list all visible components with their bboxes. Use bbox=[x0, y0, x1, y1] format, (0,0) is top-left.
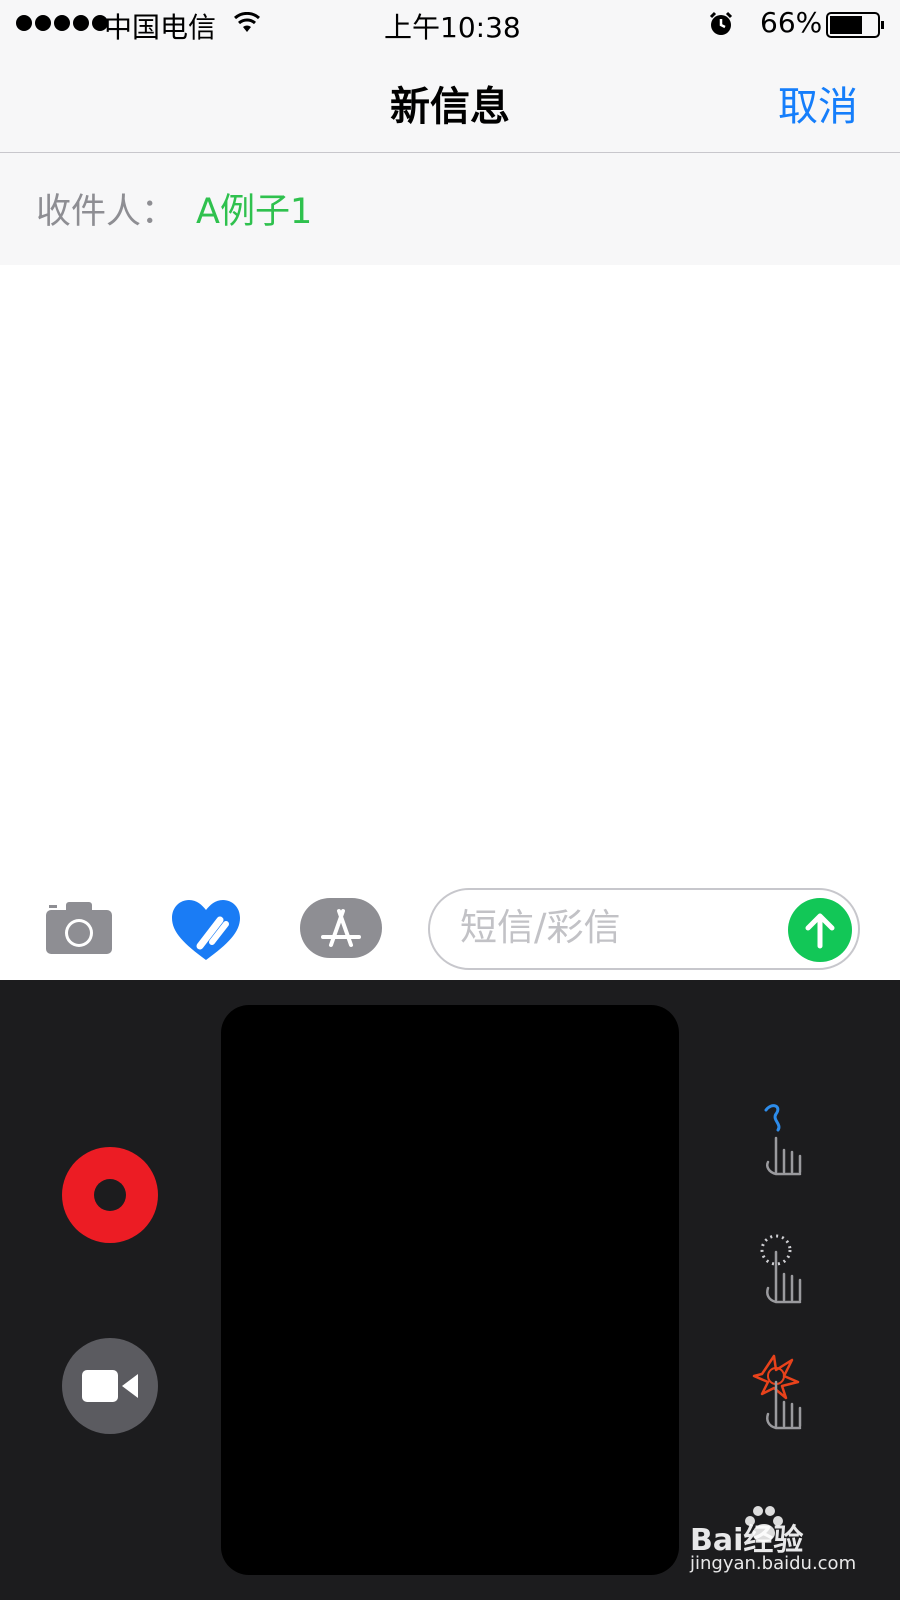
alarm-icon bbox=[709, 11, 733, 35]
cancel-button[interactable]: 取消 bbox=[778, 74, 858, 132]
message-input[interactable] bbox=[460, 906, 760, 949]
tap-gesture-icon bbox=[760, 1234, 802, 1304]
recipient-chip[interactable]: A例子1 bbox=[196, 183, 312, 234]
battery-icon bbox=[826, 12, 884, 38]
tap-draw-gesture-icon bbox=[764, 1104, 802, 1176]
video-button[interactable] bbox=[62, 1338, 158, 1434]
conversation-area bbox=[0, 265, 900, 880]
battery-percentage: 66% bbox=[760, 6, 823, 39]
fireball-gesture-icon bbox=[752, 1354, 802, 1430]
carrier-name: 中国电信 bbox=[104, 11, 217, 44]
send-button[interactable] bbox=[788, 898, 852, 962]
clock: 上午10:38 bbox=[384, 11, 521, 44]
drawing-canvas[interactable] bbox=[221, 1005, 679, 1575]
status-bar: 中国电信 上午10:38 66% bbox=[0, 0, 900, 50]
video-camera-icon bbox=[82, 1370, 138, 1402]
signal-strength-icon bbox=[16, 15, 108, 31]
navigation-bar: 新信息 取消 bbox=[0, 50, 900, 153]
recipient-label: 收件人： bbox=[36, 192, 177, 232]
recipient-field[interactable]: 收件人： A例子1 bbox=[0, 153, 900, 265]
wifi-icon bbox=[234, 12, 260, 32]
page-title: 新信息 bbox=[390, 84, 510, 130]
camera-icon[interactable] bbox=[44, 900, 114, 956]
record-dot bbox=[94, 1179, 126, 1211]
digital-touch-heart-icon[interactable] bbox=[170, 898, 242, 962]
baidu-watermark: Bai经验 jingyan.baidu.com bbox=[690, 1505, 890, 1585]
arrow-up-icon bbox=[805, 913, 835, 949]
watermark-url: jingyan.baidu.com bbox=[690, 1553, 857, 1574]
app-store-icon[interactable] bbox=[299, 897, 383, 959]
message-field[interactable] bbox=[428, 888, 860, 970]
record-button[interactable] bbox=[62, 1147, 158, 1243]
